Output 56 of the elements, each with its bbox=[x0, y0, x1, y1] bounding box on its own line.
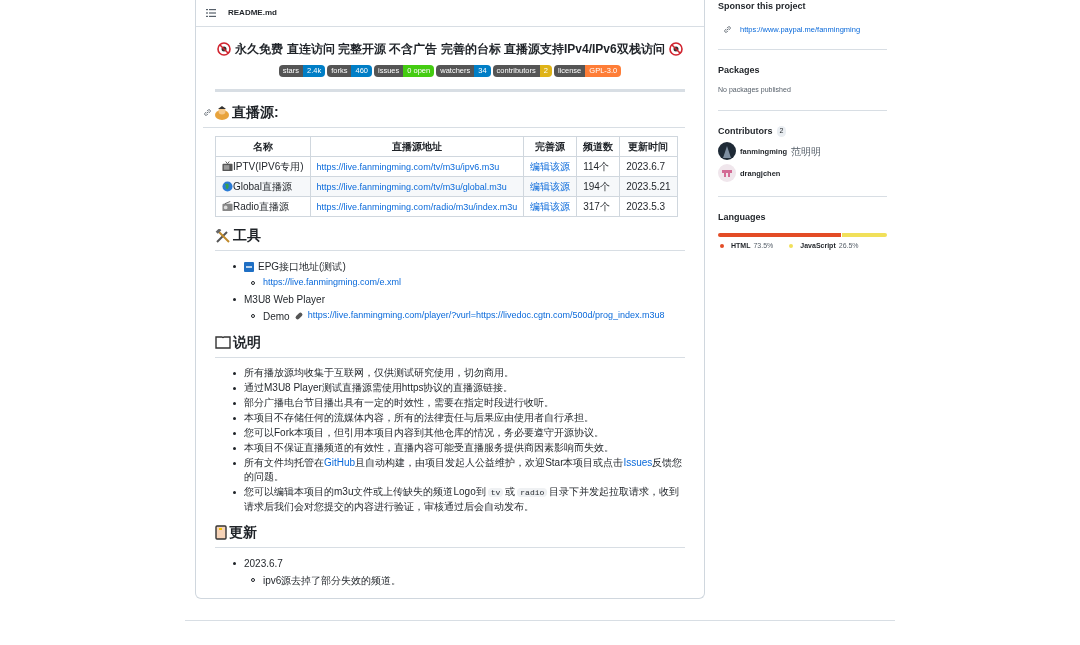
tools-icon bbox=[215, 228, 231, 243]
sidebar-heading: Contributors bbox=[718, 124, 773, 138]
pill-icon bbox=[293, 311, 304, 321]
sidebar-heading: Sponsor this project bbox=[718, 0, 807, 13]
table-cell: 317个 bbox=[583, 201, 610, 212]
globe-icon bbox=[222, 181, 233, 192]
inline-link[interactable]: GitHub bbox=[324, 456, 356, 468]
table-cell: 2023.6.7 bbox=[626, 161, 666, 172]
notebook-icon bbox=[215, 524, 227, 540]
note-text: 本项目不存储任何的流媒体内容，所有的法律责任与后果应由使用者自行承担。 bbox=[244, 410, 594, 425]
link-icon bbox=[723, 24, 732, 34]
new-icon bbox=[244, 261, 254, 272]
sidebar-heading: Packages bbox=[718, 63, 761, 77]
inline-link[interactable]: Issues bbox=[623, 456, 653, 468]
table-cell: 2023.5.21 bbox=[626, 181, 671, 192]
column-header: 直播源地址 bbox=[310, 136, 524, 157]
file-name: README.md bbox=[228, 7, 277, 19]
list-item: Demo bbox=[263, 309, 290, 324]
url-link[interactable]: https://live.fanmingming.com/e.xml bbox=[263, 276, 402, 290]
avatar[interactable] bbox=[718, 142, 736, 161]
prohibited-icon bbox=[217, 42, 232, 56]
television-icon bbox=[222, 161, 233, 172]
section-heading: 更新 bbox=[229, 522, 257, 542]
sidebar-heading: Languages bbox=[718, 211, 767, 225]
note-text: 通过M3U8 Player测试直播源需使用https协议的直播源链接。 bbox=[244, 380, 514, 395]
radio-icon bbox=[222, 201, 233, 212]
table-cell: 2023.5.3 bbox=[626, 201, 666, 212]
column-header: 频道数 bbox=[576, 136, 620, 157]
column-header: 完善源 bbox=[523, 136, 577, 157]
table-cell-text: Global直播源 bbox=[233, 180, 292, 194]
link-icon[interactable] bbox=[203, 108, 212, 117]
contributor-name: 范明明 bbox=[791, 144, 822, 159]
table-cell-text: IPTV(IPV6专用) bbox=[233, 160, 304, 174]
note-text: 本项目不保证直播频道的有效性，直播内容可能受直播服务提供商因素影响而失效。 bbox=[244, 440, 614, 455]
book-icon bbox=[215, 335, 231, 349]
section-heading: 工具 bbox=[233, 226, 261, 245]
note-text: 您可以Fork本项目，但引用本项目内容到其他仓库的情况，务必要遵守开源协议。 bbox=[244, 425, 604, 440]
note-text: 您可以编辑本项目的m3u文件或上传缺失的频道Logo到 tv 或 radio 目录下并发起拉取请求，收到请求后我们会对您提交的内容进行验证，审核通过后会自动发布。 bbox=[244, 484, 681, 514]
table-cell: 114个 bbox=[583, 161, 610, 172]
tagline: 永久免费 直连访问 完整开源 不含广告 完善的台标 直播源支持IPv4/IPv6双栈访问 bbox=[235, 41, 665, 58]
list-icon[interactable] bbox=[206, 9, 216, 17]
column-header: 名称 bbox=[215, 136, 311, 157]
note-text: 所有文件均托管在GitHub且自动构建，由项目发起人公益维护，欢迎Star本项目或点击Issues反馈您的问题。 bbox=[244, 455, 684, 484]
url-link[interactable]: https://live.fanmingming.com/player/?vurl=https://livedoc.cgtn.com/500d/prog_index.m3u8 bbox=[307, 309, 665, 323]
note-text: 部分广播电台节目播出具有一定的时效性，需要在指定时段进行收听。 bbox=[244, 395, 554, 410]
table-cell-text: Radio直播源 bbox=[233, 200, 290, 214]
note-text: 所有播放源均收集于互联网，仅供测试研究使用，切勿商用。 bbox=[244, 365, 514, 380]
prohibited-icon bbox=[668, 42, 683, 56]
section-heading: 说明 bbox=[233, 332, 261, 352]
list-item: EPG接口地址(测试) bbox=[258, 260, 346, 274]
table-cell: 194个 bbox=[583, 181, 610, 192]
list-item: ipv6源去掉了部分失效的频道。 bbox=[263, 573, 402, 588]
list-item: 2023.6.7 bbox=[244, 556, 283, 571]
list-item: M3U8 Web Player bbox=[244, 292, 325, 307]
section-heading: 直播源: bbox=[232, 103, 279, 122]
column-header: 更新时间 bbox=[619, 136, 678, 157]
